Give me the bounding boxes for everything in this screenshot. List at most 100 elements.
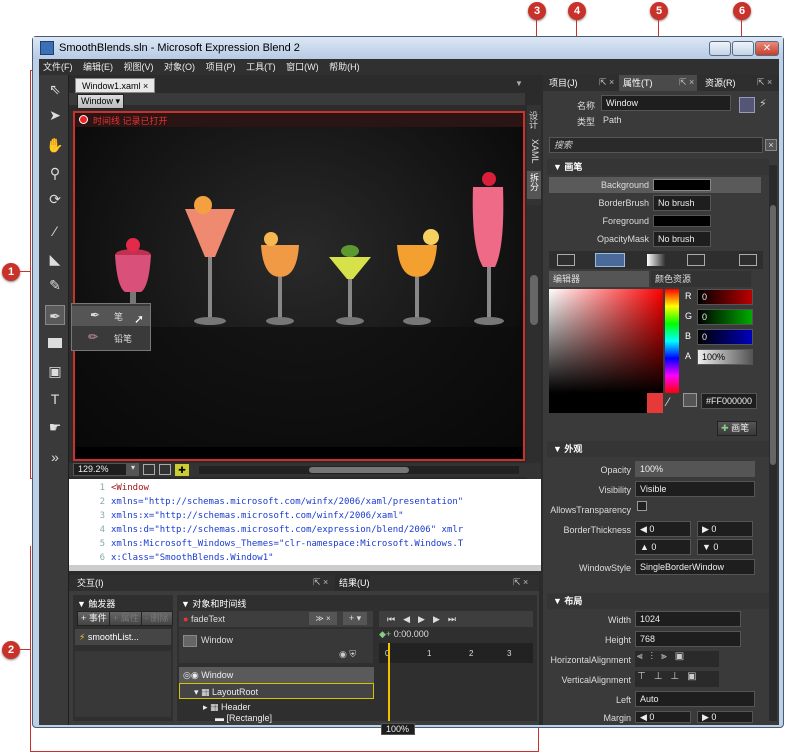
text-tool-icon[interactable]: T — [45, 389, 65, 409]
zoom-field[interactable]: 129.2% — [73, 463, 127, 476]
gradient-brush-icon[interactable] — [647, 254, 665, 266]
scope-breadcrumb[interactable]: Window ▾ — [77, 94, 125, 109]
convert-brush-button[interactable]: ✚ 画笔 — [717, 421, 757, 436]
events-icon[interactable] — [739, 97, 755, 113]
add-storyboard-icon[interactable]: + ▾ — [343, 612, 367, 625]
xaml-editor[interactable]: 1 <Window 2 xmlns="http://schemas.micros… — [69, 479, 541, 571]
layout-panel-tool-icon[interactable]: ▣ — [45, 361, 65, 381]
height-field[interactable]: 768 — [635, 631, 741, 647]
tab-results[interactable]: 结果(U) — [335, 575, 370, 591]
keyframe-add-icon[interactable]: ◆+ — [379, 629, 391, 639]
color-picker-field[interactable] — [549, 289, 663, 393]
scrollbar-thumb[interactable] — [530, 275, 538, 325]
tab-color-resources[interactable]: 颜色资源 — [651, 271, 751, 287]
background-swatch[interactable] — [653, 179, 711, 191]
windowstyle-select[interactable]: SingleBorderWindow — [635, 559, 755, 575]
playhead[interactable] — [388, 643, 390, 721]
asset-library-icon[interactable]: » — [45, 447, 65, 467]
b-field[interactable]: 0 — [697, 329, 753, 345]
controls-tool-icon[interactable]: ☛ — [45, 417, 65, 437]
artboard[interactable]: 时间线 记录已打开 — [73, 111, 525, 461]
h-scrollbar-thumb[interactable] — [309, 467, 409, 473]
no-brush-icon[interactable] — [557, 254, 575, 266]
menu-view[interactable]: 视图(V) — [124, 62, 154, 72]
tree-row-rectangle[interactable]: ▬ [Rectangle] — [179, 713, 374, 723]
pan-tool-icon[interactable]: ✋ — [45, 135, 65, 155]
document-dropdown-icon[interactable]: ▼ — [515, 79, 523, 88]
grid-toggle-icon[interactable] — [143, 464, 155, 475]
resources-pin-icon[interactable]: ⇱ × — [757, 77, 772, 88]
rectangle-tool-icon[interactable] — [45, 333, 65, 353]
record-icon[interactable] — [79, 115, 88, 124]
tab-split[interactable]: 拆分 — [527, 171, 541, 199]
solid-brush-icon[interactable] — [595, 253, 625, 267]
brush-row-opacitymask[interactable]: OpacityMask No brush — [549, 231, 761, 247]
menu-tools[interactable]: 工具(T) — [246, 62, 276, 72]
resource-brush-icon[interactable] — [739, 254, 757, 266]
close-icon[interactable]: × — [143, 81, 148, 91]
menu-edit[interactable]: 编辑(E) — [83, 62, 113, 72]
pen-tool-icon[interactable]: ✒ — [45, 305, 65, 325]
border-bottom-field[interactable]: ▼ 0 — [697, 539, 753, 555]
zoom-dropdown-icon[interactable]: ▾ — [127, 463, 139, 476]
timeline-zoom-field[interactable]: 100% — [381, 723, 415, 735]
properties-scroll-thumb[interactable] — [770, 205, 776, 465]
r-field[interactable]: 0 — [697, 289, 753, 305]
remove-trigger-button[interactable]: - 删除 — [141, 611, 173, 626]
name-field[interactable]: Window — [601, 95, 731, 111]
flyout-item-pencil[interactable]: ✏ 铅笔 — [72, 328, 150, 348]
halign-buttons[interactable]: ⫷⫶⫸▣ — [635, 651, 719, 667]
brush-row-borderbrush[interactable]: BorderBrush No brush — [549, 195, 761, 211]
timeline-ruler[interactable]: 0 1 2 3 — [379, 643, 533, 663]
border-right-field[interactable]: ▶ 0 — [697, 521, 753, 537]
menu-file[interactable]: 文件(F) — [43, 62, 73, 72]
border-left-field[interactable]: ◀ 0 — [635, 521, 691, 537]
xaml-scrollbar[interactable] — [69, 565, 541, 571]
minimize-button[interactable] — [709, 41, 731, 56]
eyedropper-icon[interactable]: ⁄ — [667, 395, 669, 409]
margin-right-field[interactable]: ▶ 0 — [697, 711, 753, 723]
results-pin-icon[interactable]: ⇱ × — [513, 577, 528, 588]
color-eyedropper-icon[interactable] — [683, 393, 697, 407]
playback-controls[interactable]: ⏮◀▶▶⏭ — [379, 611, 533, 627]
project-pin-icon[interactable]: ⇱ × — [599, 77, 614, 88]
visibility-select[interactable]: Visible — [635, 481, 755, 497]
brush-row-foreground[interactable]: Foreground — [549, 213, 761, 229]
foreground-swatch[interactable] — [653, 215, 711, 227]
hue-slider[interactable] — [665, 289, 679, 393]
tab-design[interactable]: 设计 — [528, 111, 540, 129]
tab-interaction[interactable]: 交互(I) — [73, 575, 104, 591]
tree-row-layoutroot[interactable]: ▾ ▦ LayoutRoot — [179, 683, 374, 699]
scope-up-icon[interactable] — [183, 635, 197, 647]
brush-transform-tool-icon[interactable]: ✎ — [45, 275, 65, 295]
g-field[interactable]: 0 — [697, 309, 753, 325]
tile-brush-icon[interactable] — [687, 254, 705, 266]
brush-row-background[interactable]: Background — [549, 177, 761, 193]
zoom-tool-icon[interactable]: ⚲ — [45, 163, 65, 183]
layout-section-header[interactable]: ▼ 布局 — [547, 593, 769, 609]
allowstransparency-checkbox[interactable] — [637, 501, 647, 511]
render-effects-icon[interactable]: ✚ — [175, 464, 189, 476]
tab-xaml[interactable]: XAML — [528, 139, 540, 164]
brushes-section-header[interactable]: ▼ 画笔 — [547, 159, 769, 175]
maximize-button[interactable] — [732, 41, 754, 56]
properties-scrollbar[interactable] — [769, 165, 777, 721]
flyout-item-pen[interactable]: ✒ 笔 ➚ — [72, 306, 150, 326]
tab-project[interactable]: 项目(J) — [545, 75, 578, 91]
trigger-item[interactable]: ⚡ smoothList... — [75, 629, 171, 645]
menu-object[interactable]: 对象(O) — [164, 62, 195, 72]
width-field[interactable]: 1024 — [635, 611, 741, 627]
direct-selection-tool-icon[interactable]: ➤ — [45, 105, 65, 125]
visibility-lock-icons[interactable]: ◉ ⛨ — [339, 649, 356, 660]
storyboard-options-icon[interactable]: ≫ × — [309, 612, 337, 625]
horizontal-scrollbar[interactable] — [199, 466, 519, 474]
storyboard-picker[interactable]: ● fadeText ≫ × + ▾ — [179, 611, 373, 627]
menu-window[interactable]: 窗口(W) — [286, 62, 319, 72]
tree-row-window[interactable]: ◎◉ Window — [179, 667, 374, 683]
selection-tool-icon[interactable]: ⇖ — [45, 79, 65, 99]
menu-help[interactable]: 帮助(H) — [329, 62, 360, 72]
search-field[interactable]: 搜索 — [549, 137, 763, 153]
tab-resources[interactable]: 资源(R) — [701, 75, 736, 91]
hex-field[interactable]: #FF000000 — [701, 393, 757, 409]
add-property-button[interactable]: + 属性 — [109, 611, 143, 626]
